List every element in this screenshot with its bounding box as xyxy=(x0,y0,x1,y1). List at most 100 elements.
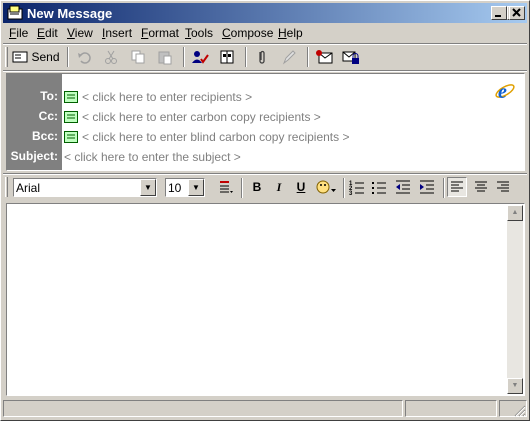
bold-label: B xyxy=(252,180,262,194)
signature-button[interactable] xyxy=(278,46,300,68)
status-bar xyxy=(3,399,527,418)
underline-label: U xyxy=(296,180,306,194)
vcard-button[interactable] xyxy=(313,46,335,68)
subject-field[interactable]: < click here to enter the subject > xyxy=(64,149,241,165)
bcc-field[interactable]: < click here to enter blind carbon copy … xyxy=(64,129,349,145)
chevron-down-icon[interactable]: ▼ xyxy=(188,179,204,196)
address-card-icon xyxy=(64,91,78,103)
menu-format[interactable]: Format xyxy=(141,26,179,40)
address-card-icon xyxy=(64,111,78,123)
subject-placeholder: < click here to enter the subject > xyxy=(64,150,241,164)
decrease-indent-button[interactable] xyxy=(393,177,413,197)
align-center-icon xyxy=(475,181,487,192)
message-body-editor[interactable]: ▲ ▼ xyxy=(6,203,525,396)
menu-file[interactable]: File xyxy=(9,26,28,40)
address-card-icon xyxy=(64,131,78,143)
scroll-up-button[interactable]: ▲ xyxy=(507,205,523,221)
increase-indent-button[interactable] xyxy=(417,177,437,197)
copy-icon xyxy=(131,50,145,64)
font-color-icon xyxy=(316,180,336,194)
header-label-column: To: Cc: Bcc: Subject: xyxy=(7,74,62,170)
font-select[interactable]: Arial ▼ xyxy=(13,178,157,197)
svg-text:e: e xyxy=(498,81,507,102)
resize-grip-icon[interactable] xyxy=(512,403,526,417)
pen-icon xyxy=(282,50,296,65)
chevron-down-icon[interactable]: ▼ xyxy=(140,179,156,196)
toolbar-separator xyxy=(307,47,309,67)
copy-button[interactable] xyxy=(127,46,149,68)
format-toolbar-grip[interactable] xyxy=(5,177,8,197)
send-icon xyxy=(12,51,28,63)
font-color-button[interactable] xyxy=(314,177,338,197)
svg-text:3: 3 xyxy=(349,191,353,195)
bullet-list-button[interactable] xyxy=(369,177,389,197)
check-names-icon xyxy=(192,51,209,64)
address-book-icon xyxy=(220,50,234,64)
paragraph-style-icon xyxy=(220,181,233,193)
align-center-button[interactable] xyxy=(471,177,491,197)
numbered-list-button[interactable]: 123 xyxy=(347,177,367,197)
cc-label: Cc: xyxy=(38,109,58,123)
to-field[interactable]: < click here to enter recipients > xyxy=(64,89,252,105)
menu-compose[interactable]: Compose xyxy=(222,26,273,40)
scroll-down-button[interactable]: ▼ xyxy=(507,378,523,394)
toolbar-separator xyxy=(183,47,185,67)
toolbar-separator-line xyxy=(3,70,527,72)
toolbar-separator xyxy=(443,178,445,198)
encrypt-button[interactable] xyxy=(340,46,362,68)
menu-bar: File Edit View Insert Format Tools Compo… xyxy=(3,23,527,43)
toolbar-separator xyxy=(245,47,247,67)
internet-explorer-icon: e xyxy=(494,80,516,102)
undo-button[interactable] xyxy=(73,46,95,68)
italic-button[interactable]: I xyxy=(269,177,289,197)
cc-field[interactable]: < click here to enter carbon copy recipi… xyxy=(64,109,321,125)
envelope-lock-icon xyxy=(342,51,359,64)
underline-button[interactable]: U xyxy=(291,177,311,197)
vertical-scrollbar[interactable]: ▲ ▼ xyxy=(507,205,523,394)
new-message-icon xyxy=(7,5,23,21)
to-label: To: xyxy=(40,89,58,103)
toolbar-grip[interactable] xyxy=(5,47,8,67)
format-toolbar: Arial ▼ 10 ▼ B I U 123 xyxy=(3,175,527,199)
align-left-button[interactable] xyxy=(447,177,467,197)
to-placeholder: < click here to enter recipients > xyxy=(82,90,253,104)
font-value: Arial xyxy=(16,181,41,195)
bullet-list-icon xyxy=(372,182,386,194)
send-label: Send xyxy=(31,50,60,64)
paperclip-icon xyxy=(259,50,265,64)
menu-insert[interactable]: Insert xyxy=(102,26,132,40)
menu-edit[interactable]: Edit xyxy=(37,26,58,40)
font-size-value: 10 xyxy=(168,181,182,195)
align-right-icon xyxy=(497,181,509,192)
bcc-placeholder: < click here to enter blind carbon copy … xyxy=(82,130,350,144)
attach-button[interactable] xyxy=(251,46,273,68)
font-size-select[interactable]: 10 ▼ xyxy=(165,178,205,197)
address-book-button[interactable] xyxy=(216,46,238,68)
close-button[interactable] xyxy=(509,6,525,20)
cut-icon xyxy=(105,50,117,64)
window-title: New Message xyxy=(27,6,113,21)
menu-view[interactable]: View xyxy=(67,26,93,40)
menu-help[interactable]: Help xyxy=(278,26,303,40)
status-panel-main xyxy=(3,400,403,417)
minimize-button[interactable] xyxy=(491,6,507,20)
envelope-person-icon xyxy=(316,50,333,64)
numbered-list-icon: 123 xyxy=(349,181,364,195)
toolbar-separator xyxy=(343,178,345,198)
paste-icon xyxy=(158,51,172,65)
paste-button[interactable] xyxy=(154,46,176,68)
toolbar-separator xyxy=(67,47,69,67)
check-names-button[interactable] xyxy=(189,46,211,68)
align-right-button[interactable] xyxy=(493,177,513,197)
bold-button[interactable]: B xyxy=(247,177,267,197)
send-button[interactable]: Send xyxy=(11,46,61,68)
address-header-panel: To: Cc: Bcc: Subject: < click here to en… xyxy=(6,73,525,171)
title-bar: New Message xyxy=(3,3,527,23)
menu-tools[interactable]: Tools xyxy=(185,26,213,40)
paragraph-style-button[interactable] xyxy=(215,177,235,197)
align-left-icon xyxy=(451,181,463,192)
subject-label: Subject: xyxy=(10,149,58,163)
toolbar-separator xyxy=(241,178,243,198)
italic-label: I xyxy=(276,179,282,194)
cut-button[interactable] xyxy=(100,46,122,68)
